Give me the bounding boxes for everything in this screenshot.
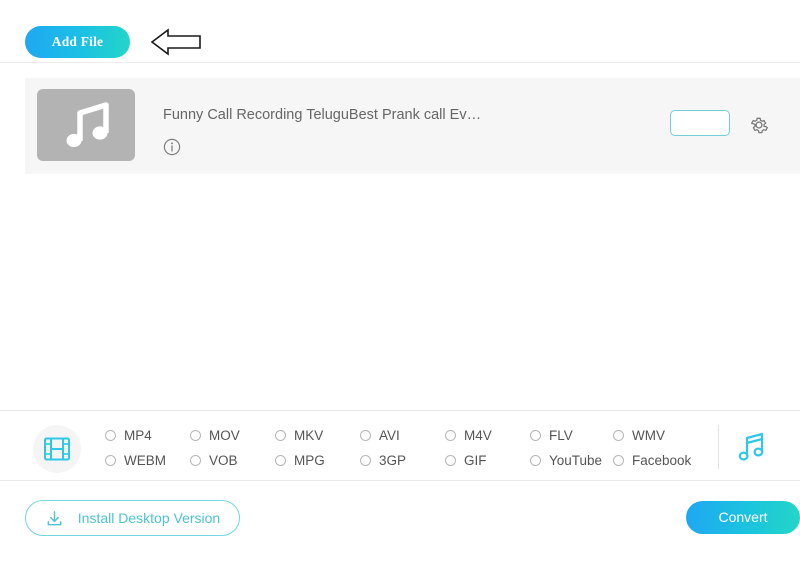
radio-icon[interactable] <box>445 455 456 466</box>
format-label: WEBM <box>124 453 166 468</box>
gear-icon[interactable] <box>748 114 770 136</box>
format-label: Facebook <box>632 453 692 468</box>
format-label: MPG <box>294 453 325 468</box>
format-bar: MP4 WEBM MOV VOB MKV MPG AVI 3GP M4V GIF… <box>0 410 800 481</box>
format-column-7: WMV Facebook <box>613 423 723 473</box>
format-label: VOB <box>209 453 238 468</box>
format-label: WMV <box>632 428 665 443</box>
radio-icon[interactable] <box>613 455 624 466</box>
radio-icon[interactable] <box>105 430 116 441</box>
toolbar: Add File <box>0 0 800 63</box>
left-arrow-annotation-icon <box>150 26 206 58</box>
format-label: GIF <box>464 453 487 468</box>
radio-icon[interactable] <box>445 430 456 441</box>
format-option-wmv[interactable]: WMV <box>613 423 723 448</box>
format-label: MKV <box>294 428 324 443</box>
install-desktop-version-button[interactable]: Install Desktop Version <box>25 500 240 536</box>
radio-icon[interactable] <box>360 430 371 441</box>
format-label: AVI <box>379 428 400 443</box>
radio-icon[interactable] <box>530 455 541 466</box>
info-circle-icon[interactable] <box>163 138 181 156</box>
format-label: 3GP <box>379 453 407 468</box>
film-strip-icon[interactable] <box>33 425 81 473</box>
bottom-bar: Install Desktop Version <box>0 481 800 563</box>
radio-icon[interactable] <box>275 430 286 441</box>
format-label: FLV <box>549 428 573 443</box>
file-meta: Funny Call Recording TeluguBest Prank ca… <box>163 106 643 124</box>
format-option-facebook[interactable]: Facebook <box>613 448 723 473</box>
format-options: MP4 WEBM MOV VOB MKV MPG AVI 3GP M4V GIF… <box>105 423 705 473</box>
file-list: Funny Call Recording TeluguBest Prank ca… <box>0 63 800 410</box>
radio-icon[interactable] <box>190 455 201 466</box>
radio-icon[interactable] <box>275 455 286 466</box>
music-note-icon <box>66 102 109 148</box>
file-progress-field[interactable] <box>670 110 730 136</box>
radio-icon[interactable] <box>105 455 116 466</box>
file-title: Funny Call Recording TeluguBest Prank ca… <box>163 107 482 123</box>
radio-icon[interactable] <box>360 455 371 466</box>
music-note-icon[interactable] <box>735 431 767 463</box>
install-desktop-version-label: Install Desktop Version <box>77 510 221 526</box>
radio-icon[interactable] <box>613 430 624 441</box>
add-file-button[interactable]: Add File <box>25 26 130 58</box>
file-row[interactable]: Funny Call Recording TeluguBest Prank ca… <box>25 78 800 174</box>
radio-icon[interactable] <box>530 430 541 441</box>
download-icon <box>45 509 64 528</box>
format-label: MOV <box>209 428 240 443</box>
format-label: M4V <box>464 428 492 443</box>
format-divider <box>718 425 719 469</box>
radio-icon[interactable] <box>190 430 201 441</box>
file-thumbnail <box>37 89 135 161</box>
convert-button[interactable]: Convert <box>686 501 800 534</box>
format-label: YouTube <box>549 453 603 468</box>
app-window: Add File Funny Call Recording TeluguBest… <box>0 0 800 563</box>
format-label: MP4 <box>124 428 152 443</box>
